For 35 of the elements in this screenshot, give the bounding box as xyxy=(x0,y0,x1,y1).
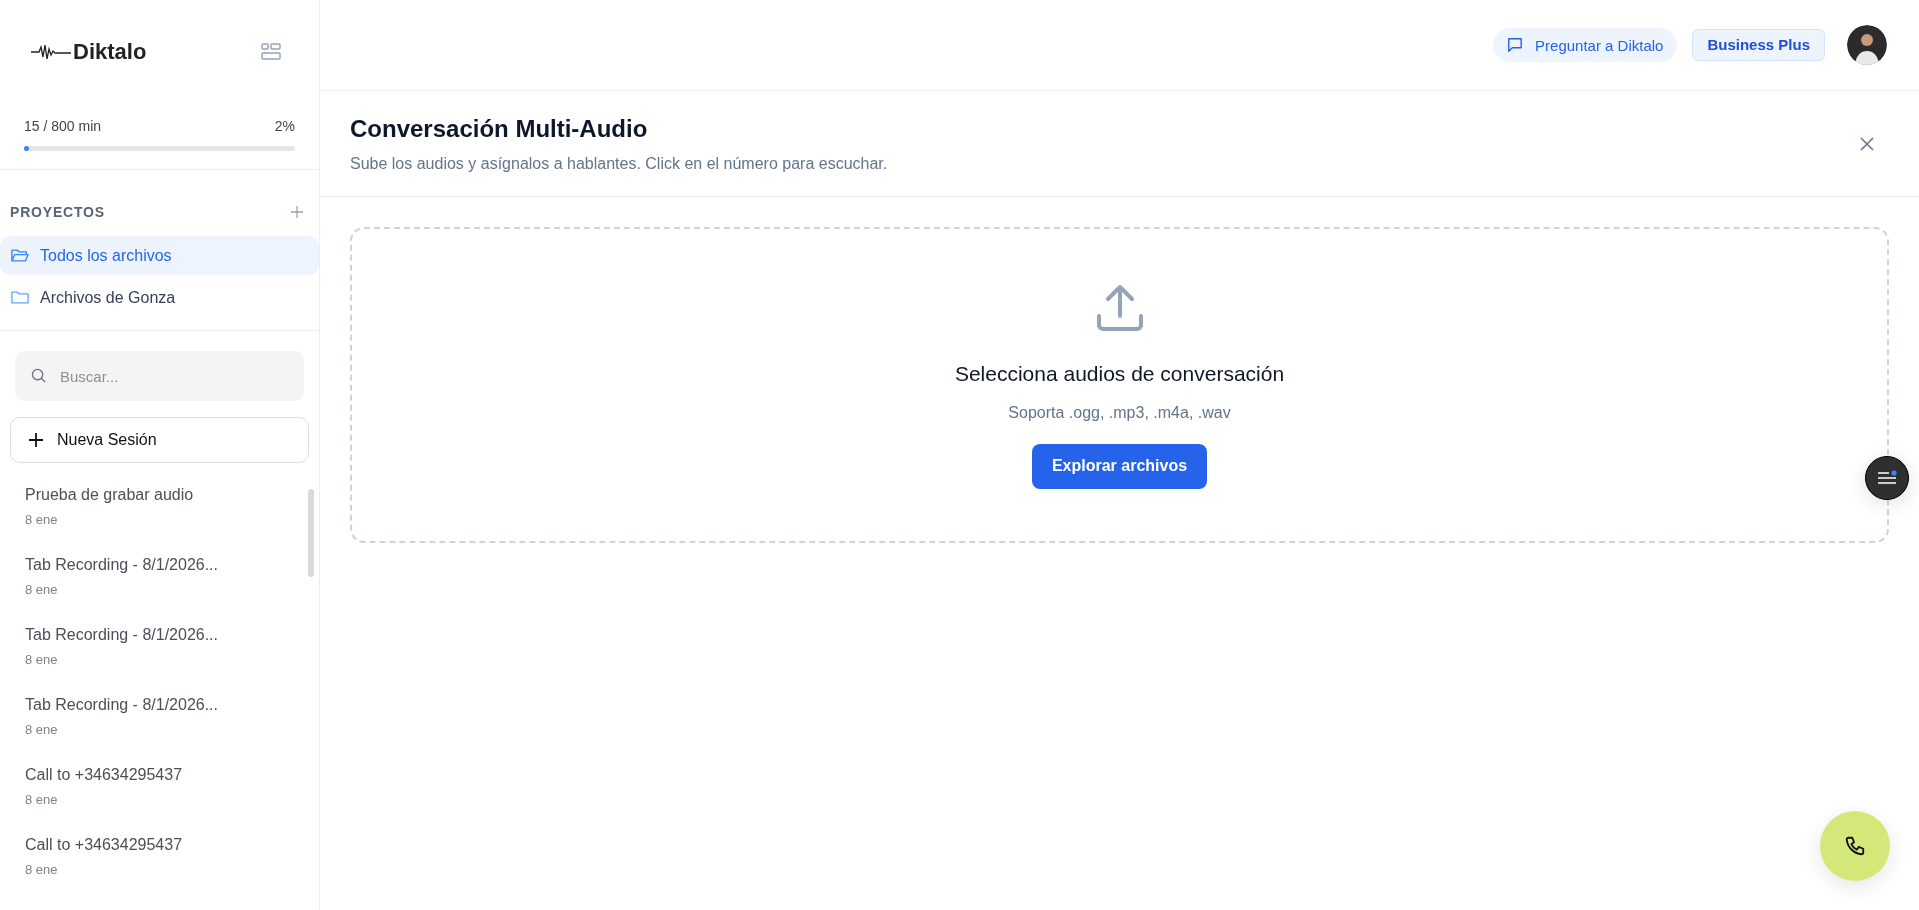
search-field[interactable]: Buscar... xyxy=(15,351,304,401)
scrollbar-thumb[interactable] xyxy=(308,489,314,577)
session-item[interactable]: Call to +34634295437 8 ene xyxy=(0,823,308,893)
folder-icon xyxy=(11,290,29,305)
panel-subtitle: Sube los audios y asígnalos a hablantes. Click en el número para escuchar. xyxy=(350,154,888,173)
close-icon[interactable] xyxy=(1860,136,1874,151)
plus-icon xyxy=(29,433,43,447)
new-session-button[interactable]: Nueva Sesión xyxy=(10,417,309,463)
formats-text: Soporta .ogg, .mp3, .m4a, .wav xyxy=(1008,403,1231,422)
session-item[interactable]: Tab Recording - 8/1/2026... 8 ene xyxy=(0,613,308,683)
waveform-icon xyxy=(31,44,71,60)
folder-icon xyxy=(11,248,29,263)
layout-icon[interactable] xyxy=(261,43,281,61)
session-item[interactable]: Tab Recording - 8/1/2026... 8 ene xyxy=(0,683,308,753)
dropzone-heading: Selecciona audios de conversación xyxy=(954,361,1285,386)
usage-percent: 2% xyxy=(274,118,295,134)
project-item[interactable]: Archivos de Gonza xyxy=(0,278,319,317)
search-icon xyxy=(31,368,46,383)
section-title: PROYECTOS xyxy=(10,204,105,220)
usage-label: 15 / 800 min xyxy=(24,118,102,134)
panel-title: Conversación Multi-Audio xyxy=(350,114,649,143)
session-item[interactable]: Tab Recording - 8/1/2026... 8 ene xyxy=(0,543,308,613)
menu-icon xyxy=(1877,470,1897,486)
project-item[interactable]: Todos los archivos xyxy=(0,236,319,275)
ask-button[interactable]: Preguntar a Diktalo xyxy=(1493,28,1678,62)
browse-button[interactable]: Explorar archivos xyxy=(1031,443,1208,489)
logo-text: Diktalo xyxy=(73,39,147,65)
plan-badge: Business Plus xyxy=(1692,29,1825,61)
session-item[interactable]: Prueba de grabar audio 8 ene xyxy=(0,473,308,543)
phone-icon xyxy=(1844,835,1866,857)
dropzone[interactable]: Selecciona audios de conversación Soporta .ogg, .mp3, .m4a, .wav Explorar archivos xyxy=(350,227,1889,543)
chat-icon xyxy=(1507,37,1524,53)
avatar[interactable] xyxy=(1847,25,1887,65)
menu-button[interactable] xyxy=(1865,456,1909,500)
session-item[interactable]: Call to +34634295437 8 ene xyxy=(0,753,308,823)
